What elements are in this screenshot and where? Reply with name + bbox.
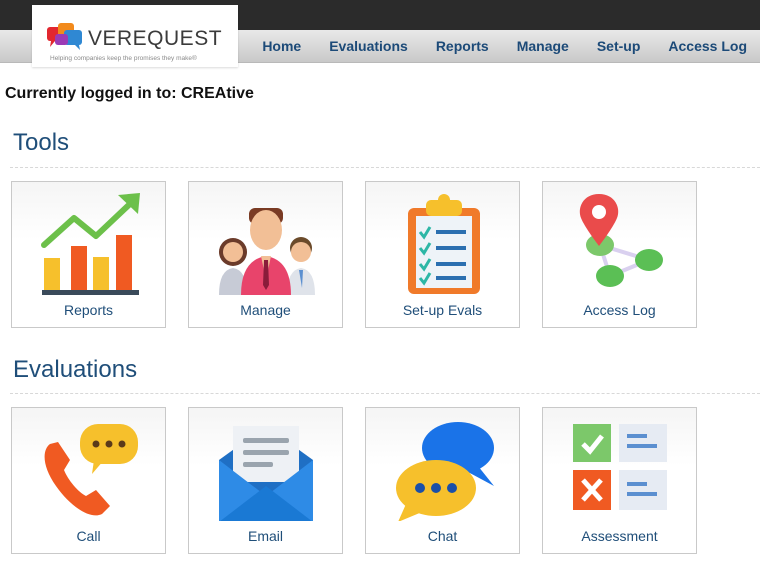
main-nav: Home Evaluations Reports Manage Set-up A… bbox=[262, 30, 760, 62]
nav-reports[interactable]: Reports bbox=[436, 38, 489, 54]
nav-home[interactable]: Home bbox=[262, 38, 301, 54]
nav-evaluations[interactable]: Evaluations bbox=[329, 38, 408, 54]
tile-chat[interactable]: Chat bbox=[365, 407, 520, 554]
nav-access-log[interactable]: Access Log bbox=[668, 38, 747, 54]
tile-call[interactable]: Call bbox=[11, 407, 166, 554]
tile-assessment-label: Assessment bbox=[581, 528, 658, 544]
speech-bubbles-logo-icon bbox=[47, 23, 82, 50]
chat-bubbles-icon bbox=[396, 422, 494, 521]
people-icon bbox=[219, 208, 315, 295]
tile-setup-evals[interactable]: Set-up Evals bbox=[365, 181, 520, 328]
tile-email[interactable]: Email bbox=[188, 407, 343, 554]
tools-heading: Tools bbox=[13, 129, 70, 156]
evaluations-divider bbox=[10, 393, 760, 394]
assessment-checklist-icon bbox=[573, 424, 667, 510]
tile-reports[interactable]: Reports bbox=[11, 181, 166, 328]
tile-assessment[interactable]: Assessment bbox=[542, 407, 697, 554]
tile-chat-label: Chat bbox=[427, 528, 458, 544]
map-pin-network-icon bbox=[579, 194, 663, 287]
tile-email-label: Email bbox=[247, 528, 283, 544]
brand-name: VEREQUEST bbox=[88, 27, 223, 50]
bar-chart-icon bbox=[41, 193, 140, 295]
tile-access-log-label: Access Log bbox=[583, 302, 656, 318]
tools-divider bbox=[10, 167, 760, 168]
envelope-icon bbox=[219, 426, 313, 521]
brand-tagline: Helping companies keep the promises they… bbox=[50, 55, 197, 62]
phone-chat-icon bbox=[44, 424, 138, 516]
tile-call-label: Call bbox=[76, 528, 101, 544]
evaluations-heading: Evaluations bbox=[13, 356, 138, 383]
logo[interactable]: VEREQUEST Helping companies keep the pro… bbox=[32, 5, 238, 67]
clipboard-checklist-icon bbox=[408, 194, 480, 294]
tile-setup-evals-label: Set-up Evals bbox=[402, 302, 483, 318]
tile-manage-label: Manage bbox=[240, 302, 291, 318]
logged-in-status: Currently logged in to: CREAtive bbox=[5, 85, 254, 102]
tile-access-log[interactable]: Access Log bbox=[542, 181, 697, 328]
tile-reports-label: Reports bbox=[63, 302, 114, 318]
nav-setup[interactable]: Set-up bbox=[597, 38, 641, 54]
nav-manage[interactable]: Manage bbox=[517, 38, 569, 54]
tile-manage[interactable]: Manage bbox=[188, 181, 343, 328]
